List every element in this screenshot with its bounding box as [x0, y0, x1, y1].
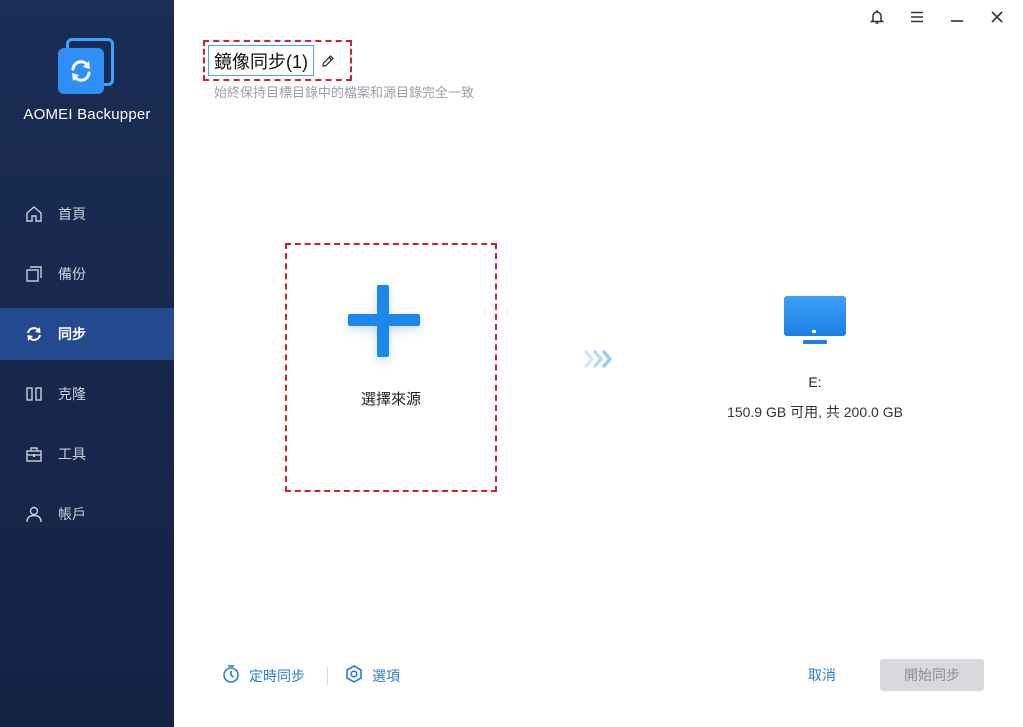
notifications-button[interactable]	[859, 8, 895, 30]
options-label: 選項	[372, 667, 400, 684]
sidebar-item-label: 備份	[58, 266, 86, 282]
sidebar-item-home[interactable]: 首頁	[0, 188, 174, 240]
sidebar-item-label: 同步	[58, 326, 86, 342]
sidebar: AOMEI Backupper 首頁 備份 同步 克隆 工具 帳戶	[0, 0, 174, 727]
task-name-input[interactable]: 鏡像同步(1)	[208, 45, 314, 76]
sidebar-item-clone[interactable]: 克隆	[0, 368, 174, 420]
source-label: 選擇來源	[360, 391, 421, 408]
sync-icon	[24, 324, 44, 344]
clone-icon	[24, 384, 44, 404]
minimize-icon	[950, 10, 964, 28]
home-icon	[24, 204, 44, 224]
task-name-area: 鏡像同步(1)	[203, 40, 352, 81]
minimize-button[interactable]	[939, 8, 975, 30]
sidebar-item-sync[interactable]: 同步	[0, 308, 174, 360]
menu-button[interactable]	[899, 8, 935, 30]
drive-space: 150.9 GB 可用, 共 200.0 GB	[727, 404, 903, 420]
divider	[327, 666, 328, 685]
sidebar-item-label: 首頁	[58, 206, 86, 222]
page-subtitle: 始終保持目標目錄中的檔案和源目錄完全一致	[214, 85, 475, 100]
monitor-icon	[784, 290, 846, 348]
sidebar-nav: 首頁 備份 同步 克隆 工具 帳戶	[0, 188, 174, 548]
sidebar-item-backup[interactable]: 備份	[0, 248, 174, 300]
account-icon	[24, 504, 44, 524]
schedule-sync-label: 定時同步	[249, 667, 305, 684]
sidebar-item-account[interactable]: 帳戶	[0, 488, 174, 540]
cancel-button[interactable]: 取消	[792, 660, 852, 690]
options-button[interactable]: 選項	[344, 664, 400, 687]
window-controls	[859, 8, 1015, 30]
drive-letter: E:	[808, 374, 822, 390]
tools-icon	[24, 444, 44, 464]
timer-icon	[221, 664, 241, 687]
close-button[interactable]	[979, 8, 1015, 30]
schedule-sync-button[interactable]: 定時同步	[221, 664, 305, 687]
bell-icon	[869, 9, 885, 30]
sidebar-item-tools[interactable]: 工具	[0, 428, 174, 480]
menu-icon	[910, 10, 924, 28]
plus-icon	[348, 285, 420, 357]
backup-icon	[24, 264, 44, 284]
destination-drive[interactable]: E: 150.9 GB 可用, 共 200.0 GB	[715, 290, 915, 422]
bottom-left-actions: 定時同步 選項	[221, 664, 400, 687]
sidebar-item-label: 帳戶	[58, 506, 86, 522]
app-logo-area: AOMEI Backupper	[0, 36, 174, 123]
start-sync-button[interactable]: 開始同步	[880, 659, 984, 691]
page-title: 鏡像同步(1)	[214, 51, 308, 72]
edit-icon[interactable]	[320, 53, 336, 69]
app-logo-icon	[58, 36, 116, 94]
sidebar-item-label: 工具	[58, 446, 86, 462]
close-icon	[991, 10, 1003, 28]
select-source-button[interactable]: 選擇來源	[285, 243, 497, 492]
settings-icon	[344, 664, 364, 687]
direction-arrows-icon	[584, 349, 616, 369]
app-name: AOMEI Backupper	[23, 106, 151, 123]
sidebar-item-label: 克隆	[58, 386, 86, 402]
